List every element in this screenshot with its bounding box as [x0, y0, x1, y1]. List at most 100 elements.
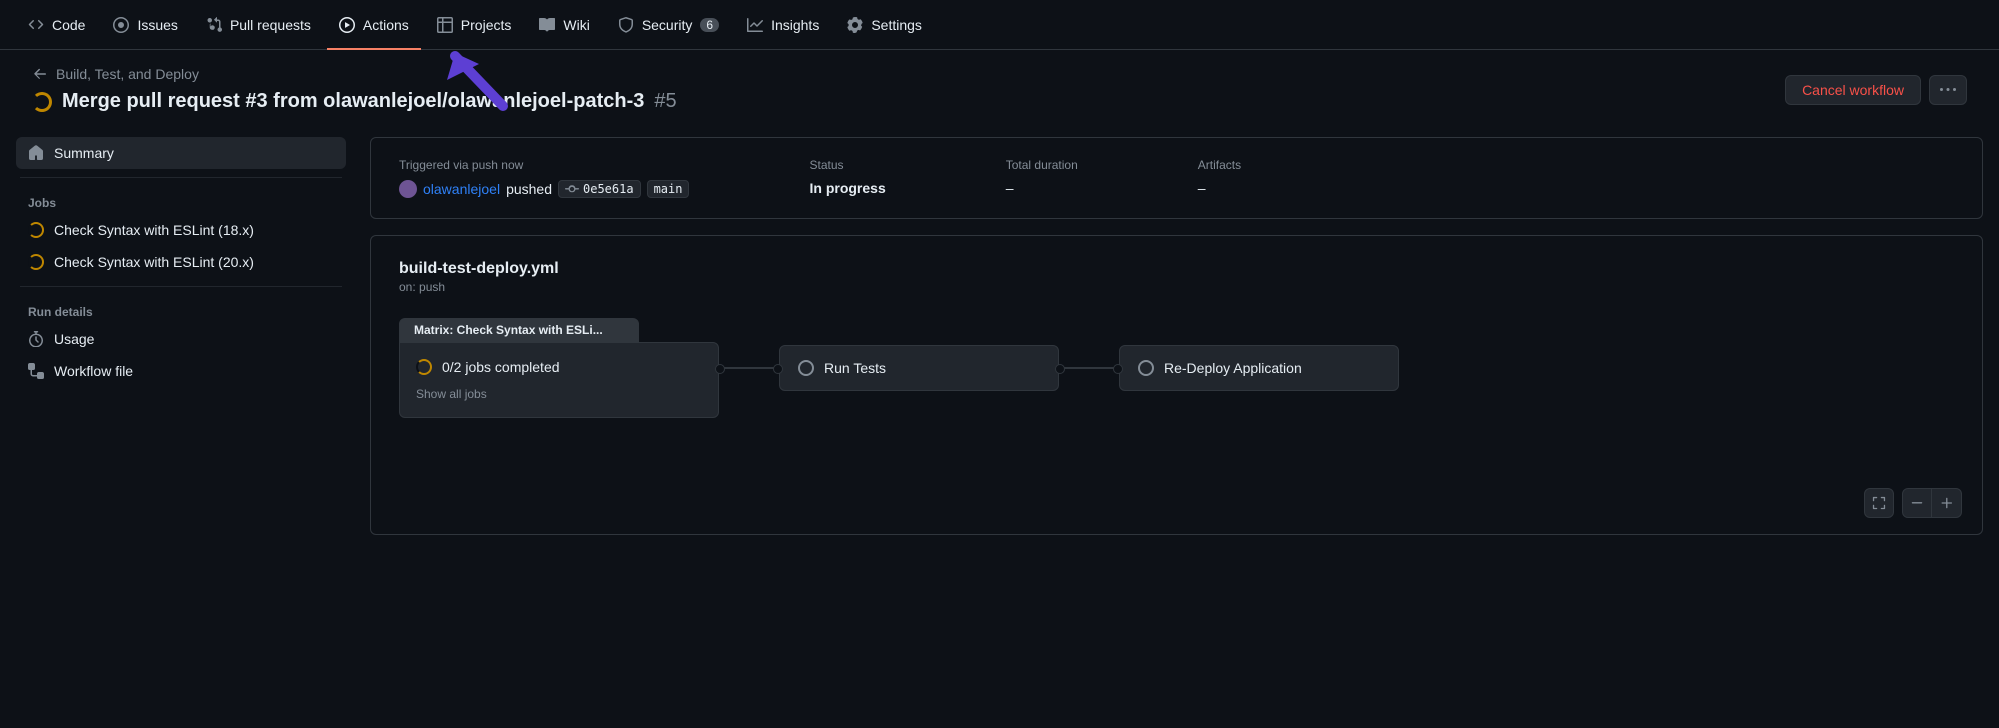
run-title: Merge pull request #3 from olawanlejoel/…	[32, 90, 677, 113]
cancel-workflow-button[interactable]: Cancel workflow	[1785, 75, 1921, 105]
status-progress-icon	[32, 92, 52, 112]
sidebar-usage[interactable]: Usage	[16, 323, 346, 355]
gear-icon	[847, 17, 863, 33]
git-commit-icon	[565, 182, 579, 196]
workflow-graph[interactable]: Matrix: Check Syntax with ESLi... 0/2 jo…	[399, 318, 1954, 418]
sidebar-summary-label: Summary	[54, 145, 114, 161]
branch-label[interactable]: main	[647, 180, 690, 198]
sidebar-divider	[20, 286, 342, 287]
status-progress-icon	[28, 222, 44, 238]
triggered-label: Triggered via push now	[399, 158, 689, 172]
job-node-label: Run Tests	[824, 360, 886, 376]
commit-sha-link[interactable]: 0e5e61a	[558, 180, 641, 198]
nav-settings[interactable]: Settings	[835, 0, 934, 49]
sidebar-job-20x-label: Check Syntax with ESLint (20.x)	[54, 254, 254, 270]
nav-pulls-label: Pull requests	[230, 17, 311, 33]
run-details-heading: Run details	[16, 295, 346, 323]
nav-code-label: Code	[52, 17, 85, 33]
nav-issues-label: Issues	[137, 17, 177, 33]
breadcrumb: Build, Test, and Deploy	[32, 66, 677, 82]
run-header: Build, Test, and Deploy Merge pull reque…	[0, 50, 1999, 137]
home-icon	[28, 145, 44, 161]
repo-nav: Code Issues Pull requests Actions Projec…	[0, 0, 1999, 50]
nav-wiki[interactable]: Wiki	[527, 0, 601, 49]
status-label: Status	[809, 158, 885, 172]
code-icon	[28, 17, 44, 33]
nav-issues[interactable]: Issues	[101, 0, 189, 49]
sidebar-workflow-file-label: Workflow file	[54, 363, 133, 379]
summary-status: Status In progress	[809, 158, 885, 198]
graph-icon	[747, 17, 763, 33]
nav-pulls[interactable]: Pull requests	[194, 0, 323, 49]
sidebar-job-18x[interactable]: Check Syntax with ESLint (18.x)	[16, 214, 346, 246]
run-number: #5	[654, 90, 676, 113]
nav-actions-label: Actions	[363, 17, 409, 33]
sidebar-summary[interactable]: Summary	[16, 137, 346, 169]
fullscreen-icon	[1872, 496, 1886, 510]
job-node-run-tests[interactable]: Run Tests	[779, 345, 1059, 391]
duration-value: –	[1006, 180, 1078, 196]
avatar[interactable]	[399, 180, 417, 198]
minus-icon	[1910, 496, 1924, 510]
run-title-text: Merge pull request #3 from olawanlejoel/…	[62, 90, 644, 113]
git-pull-request-icon	[206, 17, 222, 33]
summary-card: Triggered via push now olawanlejoel push…	[370, 137, 1983, 219]
issue-icon	[113, 17, 129, 33]
zoom-in-button[interactable]	[1932, 488, 1962, 518]
matrix-progress-text: 0/2 jobs completed	[442, 359, 560, 375]
kebab-menu-button[interactable]	[1929, 75, 1967, 105]
actor-link[interactable]: olawanlejoel	[423, 181, 500, 197]
nav-security-count: 6	[700, 18, 719, 32]
zoom-out-button[interactable]	[1902, 488, 1932, 518]
artifacts-value: –	[1198, 180, 1241, 196]
job-node-redeploy[interactable]: Re-Deploy Application	[1119, 345, 1399, 391]
nav-projects-label: Projects	[461, 17, 512, 33]
matrix-tab-label: Matrix: Check Syntax with ESLi...	[399, 318, 639, 342]
summary-artifacts: Artifacts –	[1198, 158, 1241, 198]
fullscreen-button[interactable]	[1864, 488, 1894, 518]
commit-sha-text: 0e5e61a	[583, 182, 634, 196]
job-node-label: Re-Deploy Application	[1164, 360, 1302, 376]
table-icon	[437, 17, 453, 33]
nav-projects[interactable]: Projects	[425, 0, 524, 49]
plus-icon	[1940, 496, 1954, 510]
arrow-left-icon	[32, 66, 48, 82]
nav-actions[interactable]: Actions	[327, 0, 421, 49]
show-all-jobs-link[interactable]: Show all jobs	[416, 387, 702, 401]
shield-icon	[618, 17, 634, 33]
nav-settings-label: Settings	[871, 17, 922, 33]
nav-wiki-label: Wiki	[563, 17, 589, 33]
status-pending-icon	[798, 360, 814, 376]
pushed-text: pushed	[506, 181, 552, 197]
nav-security-label: Security	[642, 17, 693, 33]
status-pending-icon	[1138, 360, 1154, 376]
sidebar-usage-label: Usage	[54, 331, 94, 347]
breadcrumb-parent[interactable]: Build, Test, and Deploy	[56, 66, 199, 82]
workflow-on: on: push	[399, 280, 1954, 294]
jobs-heading: Jobs	[16, 186, 346, 214]
sidebar: Summary Jobs Check Syntax with ESLint (1…	[16, 137, 346, 551]
workflow-icon	[28, 363, 44, 379]
play-icon	[339, 17, 355, 33]
nav-insights[interactable]: Insights	[735, 0, 831, 49]
kebab-icon	[1940, 82, 1956, 98]
matrix-body[interactable]: 0/2 jobs completed Show all jobs	[399, 342, 719, 418]
nav-insights-label: Insights	[771, 17, 819, 33]
status-value: In progress	[809, 180, 885, 196]
stopwatch-icon	[28, 331, 44, 347]
zoom-controls	[1864, 488, 1962, 518]
status-progress-icon	[416, 359, 432, 375]
duration-label: Total duration	[1006, 158, 1078, 172]
artifacts-label: Artifacts	[1198, 158, 1241, 172]
sidebar-job-20x[interactable]: Check Syntax with ESLint (20.x)	[16, 246, 346, 278]
nav-code[interactable]: Code	[16, 0, 97, 49]
status-progress-icon	[28, 254, 44, 270]
sidebar-workflow-file[interactable]: Workflow file	[16, 355, 346, 387]
sidebar-job-18x-label: Check Syntax with ESLint (18.x)	[54, 222, 254, 238]
workflow-file-name: build-test-deploy.yml	[399, 260, 1954, 278]
graph-connector	[1059, 367, 1119, 369]
content: Triggered via push now olawanlejoel push…	[370, 137, 1983, 551]
nav-security[interactable]: Security 6	[606, 0, 731, 49]
book-icon	[539, 17, 555, 33]
workflow-graph-card: build-test-deploy.yml on: push Matrix: C…	[370, 235, 1983, 535]
